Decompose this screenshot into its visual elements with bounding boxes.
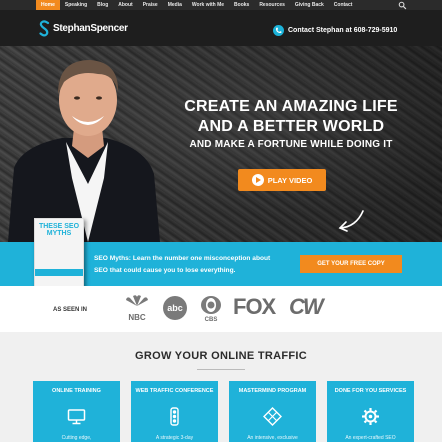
play-video-label: PLAY VIDEO <box>267 175 313 185</box>
site-header: StephanSpencer Contact Stephan at 608-72… <box>0 10 442 46</box>
nav-item-contact[interactable]: Contact <box>329 0 358 10</box>
nav-item-books[interactable]: Books <box>229 0 254 10</box>
card-description: An intensive, exclusive <box>247 435 298 441</box>
phone-icon <box>273 25 284 36</box>
monitor-icon <box>67 409 86 425</box>
title-divider <box>197 369 245 370</box>
hero-headline-line2: AND A BETTER WORLD <box>197 118 385 135</box>
card-title: DONE FOR YOU SERVICES <box>334 388 407 394</box>
speaker-photo <box>8 60 160 242</box>
nav-item-speaking[interactable]: Speaking <box>60 0 92 10</box>
play-icon <box>251 174 264 186</box>
hero-section: CREATE AN AMAZING LIFE AND A BETTER WORL… <box>0 46 442 242</box>
gear-icon <box>362 408 379 425</box>
contact-info[interactable]: Contact Stephan at 608-729-5910 <box>273 25 397 36</box>
nbc-logo: NBC <box>126 295 148 322</box>
nav-item-home[interactable]: Home <box>36 0 60 10</box>
card-done-for-you-services[interactable]: DONE FOR YOU SERVICES An expert-crafted … <box>327 381 414 442</box>
nav-item-about[interactable]: About <box>113 0 137 10</box>
card-description: A strategic 3-day <box>155 435 194 441</box>
card-title: ONLINE TRAINING <box>52 388 101 394</box>
as-seen-in-label: AS SEEN IN <box>53 307 88 313</box>
as-seen-in-section: AS SEEN IN NBC abc CBS FOX CW <box>0 286 442 332</box>
card-mastermind-program[interactable]: MASTERMIND PROGRAM An intensive, exclusi… <box>229 381 316 442</box>
hero-headline-line1: CREATE AN AMAZING LIFE <box>184 98 398 115</box>
nav-item-praise[interactable]: Praise <box>138 0 163 10</box>
hand-drawn-arrow-icon <box>338 210 364 232</box>
top-navigation: Home Speaking Blog About Praise Media Wo… <box>0 0 442 10</box>
cbs-logo: CBS <box>201 296 221 323</box>
nav-items: Home Speaking Blog About Praise Media Wo… <box>36 0 357 10</box>
diamond-grid-icon <box>263 407 282 426</box>
book-band <box>35 269 83 276</box>
card-description: An expert-crafted SEO <box>345 435 396 441</box>
get-free-copy-button[interactable]: GET YOUR FREE COPY <box>300 255 402 273</box>
site-logo[interactable]: StephanSpencer <box>39 19 128 37</box>
contact-text: Contact Stephan at 608-729-5910 <box>288 27 398 34</box>
abc-logo: abc <box>163 296 187 320</box>
fox-logo: FOX <box>233 294 276 319</box>
nav-item-work-with-me[interactable]: Work with Me <box>187 0 229 10</box>
grow-traffic-section: GROW YOUR ONLINE TRAFFIC ONLINE TRAINING… <box>0 332 442 442</box>
logo-s-icon <box>39 19 50 36</box>
section-title: GROW YOUR ONLINE TRAFFIC <box>135 350 307 362</box>
nbc-logo-text: NBC <box>128 313 146 322</box>
card-description: Cutting edge, <box>61 435 92 441</box>
card-online-training[interactable]: ONLINE TRAINING Cutting edge, <box>33 381 120 442</box>
hero-subheadline: AND MAKE A FORTUNE WHILE DOING IT <box>189 139 393 150</box>
search-icon[interactable] <box>398 1 407 10</box>
card-title: MASTERMIND PROGRAM <box>238 388 307 394</box>
logo-text: StephanSpencer <box>53 22 128 34</box>
nav-item-media[interactable]: Media <box>163 0 187 10</box>
nav-item-resources[interactable]: Resources <box>254 0 290 10</box>
promo-text: SEO Myths: Learn the number one misconce… <box>94 255 271 274</box>
play-video-button[interactable]: PLAY VIDEO <box>238 169 326 191</box>
card-title: WEB TRAFFIC CONFERENCE <box>135 388 214 394</box>
cw-logo: CW <box>289 294 324 319</box>
nav-item-giving-back[interactable]: Giving Back <box>290 0 329 10</box>
traffic-light-icon <box>170 407 179 426</box>
card-web-traffic-conference[interactable]: WEB TRAFFIC CONFERENCE A strategic 3-day <box>131 381 218 442</box>
book-title: THESE SEO MYTHS <box>38 223 80 237</box>
nav-item-blog[interactable]: Blog <box>92 0 113 10</box>
cbs-logo-text: CBS <box>205 317 218 323</box>
book-cover[interactable]: THESE SEO MYTHS <box>34 218 84 292</box>
